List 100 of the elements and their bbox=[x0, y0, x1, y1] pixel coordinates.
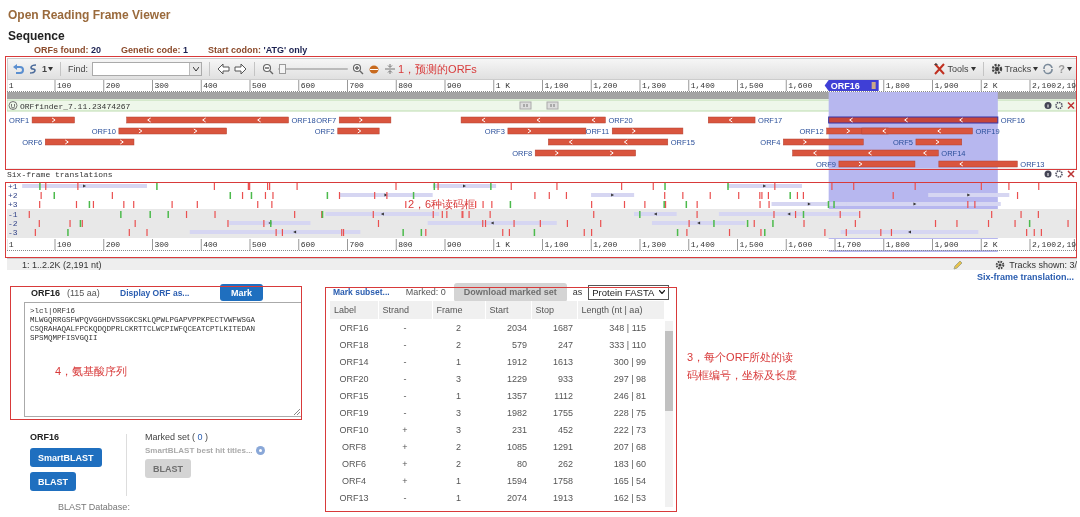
orf-bar[interactable] bbox=[708, 116, 756, 124]
slider-thumb[interactable] bbox=[279, 64, 287, 74]
orf-bar[interactable] bbox=[507, 127, 587, 135]
table-cell: 1912 bbox=[506, 356, 527, 367]
orf-bar[interactable] bbox=[792, 149, 939, 157]
table-cell: 1357 bbox=[506, 390, 527, 401]
forward-arrow-icon[interactable] bbox=[234, 63, 248, 75]
orf-bar[interactable] bbox=[915, 138, 962, 146]
smartblast-button[interactable]: SmartBLAST bbox=[30, 448, 102, 467]
format-select[interactable]: Protein FASTA bbox=[588, 284, 670, 300]
table-cell: 1085 bbox=[506, 442, 527, 453]
undo-icon[interactable] bbox=[12, 63, 24, 75]
table-row[interactable]: ORF20 - 3 1229 933 297 | 98 bbox=[330, 370, 664, 388]
table-row[interactable]: ORF14 - 1 1912 1613 300 | 99 bbox=[330, 353, 664, 371]
column-header[interactable]: Stop bbox=[531, 301, 577, 320]
ruler-label: 400 bbox=[203, 81, 218, 90]
orf-bar[interactable] bbox=[337, 127, 380, 135]
mark-subset-link[interactable]: Mark subset... bbox=[333, 287, 390, 297]
dropdown-icon bbox=[192, 67, 199, 71]
tools-menu[interactable]: Tools bbox=[932, 63, 976, 75]
gear-icon[interactable] bbox=[1055, 101, 1063, 110]
close-icon[interactable] bbox=[1067, 101, 1075, 110]
table-row[interactable]: ORF10 + 3 231 452 222 | 73 bbox=[330, 421, 664, 439]
table-row[interactable]: ORF4 + 1 1594 1758 165 | 54 bbox=[330, 472, 664, 490]
table-row[interactable]: ORF6 + 2 80 262 183 | 60 bbox=[330, 455, 664, 473]
table-cell: ORF6 bbox=[342, 459, 366, 470]
table-cell: 2 bbox=[456, 459, 461, 470]
zoom-in-icon[interactable] bbox=[352, 63, 365, 75]
orf-bar[interactable] bbox=[611, 127, 684, 135]
blast-button[interactable]: BLAST bbox=[30, 472, 76, 491]
orf-bar[interactable] bbox=[118, 127, 227, 135]
ruler-label: 1,500 bbox=[739, 81, 764, 90]
zoom-out-icon[interactable] bbox=[262, 63, 275, 75]
gear-icon[interactable] bbox=[1055, 170, 1063, 178]
table-cell: 247 bbox=[557, 339, 573, 350]
table-row[interactable]: ORF13 - 1 2074 1913 162 | 53 bbox=[330, 489, 664, 507]
resize-grip-icon[interactable] bbox=[294, 409, 300, 415]
table-cell: 231 bbox=[511, 425, 527, 436]
scrollbar-thumb[interactable] bbox=[664, 331, 673, 411]
table-cell: 2 bbox=[456, 339, 461, 350]
layout-count-button[interactable]: 1 bbox=[42, 64, 53, 74]
six-frame-link[interactable]: Six-frame translation... bbox=[976, 271, 1074, 282]
zoom-slider[interactable] bbox=[278, 64, 349, 74]
ruler-label: 1,300 bbox=[642, 81, 666, 90]
orf-bar[interactable] bbox=[548, 138, 669, 146]
column-header[interactable]: Strand bbox=[378, 301, 432, 320]
gear-icon[interactable] bbox=[995, 259, 1006, 270]
table-row[interactable]: ORF15 - 1 1357 1112 246 | 81 bbox=[330, 387, 664, 405]
close-icon[interactable] bbox=[1067, 170, 1075, 178]
find-field[interactable] bbox=[92, 62, 203, 76]
table-cell: 1 bbox=[456, 493, 461, 504]
pencil-icon[interactable] bbox=[953, 259, 964, 270]
table-cell: ORF15 bbox=[339, 390, 369, 401]
orf-bar[interactable] bbox=[126, 116, 289, 124]
selection-tag-label: ORF16 bbox=[830, 81, 860, 91]
orf-bar[interactable] bbox=[31, 116, 75, 124]
table-cell: 162 | 53 bbox=[613, 493, 646, 504]
orf-bar[interactable] bbox=[838, 160, 916, 168]
ruler-label: 300 bbox=[154, 240, 169, 249]
caret-icon bbox=[1033, 67, 1039, 71]
back-arrow-icon[interactable] bbox=[217, 63, 231, 75]
table-cell: 1687 bbox=[552, 322, 573, 333]
info-icon[interactable] bbox=[1044, 170, 1052, 178]
table-cell: 222 | 73 bbox=[613, 425, 646, 436]
orf-bar[interactable] bbox=[861, 127, 973, 135]
orf-bar[interactable] bbox=[783, 138, 864, 146]
table-row[interactable]: ORF19 - 3 1982 1755 228 | 75 bbox=[330, 404, 664, 422]
column-header[interactable]: Length (nt | aa) bbox=[577, 301, 664, 320]
ruler-label: 1,200 bbox=[593, 81, 618, 90]
orf-bar[interactable] bbox=[938, 160, 1018, 168]
help-icon[interactable] bbox=[255, 446, 265, 455]
column-header[interactable]: Start bbox=[485, 301, 531, 320]
refresh-icon[interactable] bbox=[1042, 63, 1055, 75]
ruler-label: 900 bbox=[447, 240, 462, 249]
table-cell: ORF13 bbox=[339, 493, 369, 504]
column-header[interactable]: Label bbox=[330, 301, 378, 320]
orf-bar[interactable] bbox=[460, 116, 606, 124]
column-header[interactable]: Frame bbox=[432, 301, 485, 320]
display-orf-link[interactable]: Display ORF as... bbox=[120, 287, 220, 298]
orf-bar[interactable] bbox=[534, 149, 636, 157]
table-cell: - bbox=[403, 408, 407, 418]
orf-bar[interactable] bbox=[828, 116, 999, 124]
table-cell: 1229 bbox=[506, 373, 527, 384]
info-icon[interactable] bbox=[1044, 102, 1052, 109]
ruler-label: 900 bbox=[447, 81, 462, 90]
scrollbar[interactable] bbox=[664, 321, 673, 507]
table-row[interactable]: ORF18 - 2 579 247 333 | 110 bbox=[330, 336, 664, 354]
table-cell: 300 | 99 bbox=[613, 356, 646, 367]
table-cell: 80 bbox=[517, 459, 527, 470]
ruler-label: 300 bbox=[154, 81, 169, 90]
table-cell: 1 bbox=[456, 356, 461, 367]
table-cell: ORF10 bbox=[339, 425, 369, 436]
tracks-menu[interactable]: Tracks bbox=[990, 63, 1039, 75]
orf-bar[interactable] bbox=[338, 116, 392, 124]
table-row[interactable]: ORF16 - 2 2034 1687 348 | 115 bbox=[330, 319, 664, 337]
ruler-label: 100 bbox=[57, 81, 72, 90]
orf-bar[interactable] bbox=[45, 138, 135, 146]
collapse-icon[interactable] bbox=[384, 63, 397, 75]
ruler-label: 2 K bbox=[983, 81, 998, 90]
table-row[interactable]: ORF8 + 2 1085 1291 207 | 68 bbox=[330, 438, 664, 456]
